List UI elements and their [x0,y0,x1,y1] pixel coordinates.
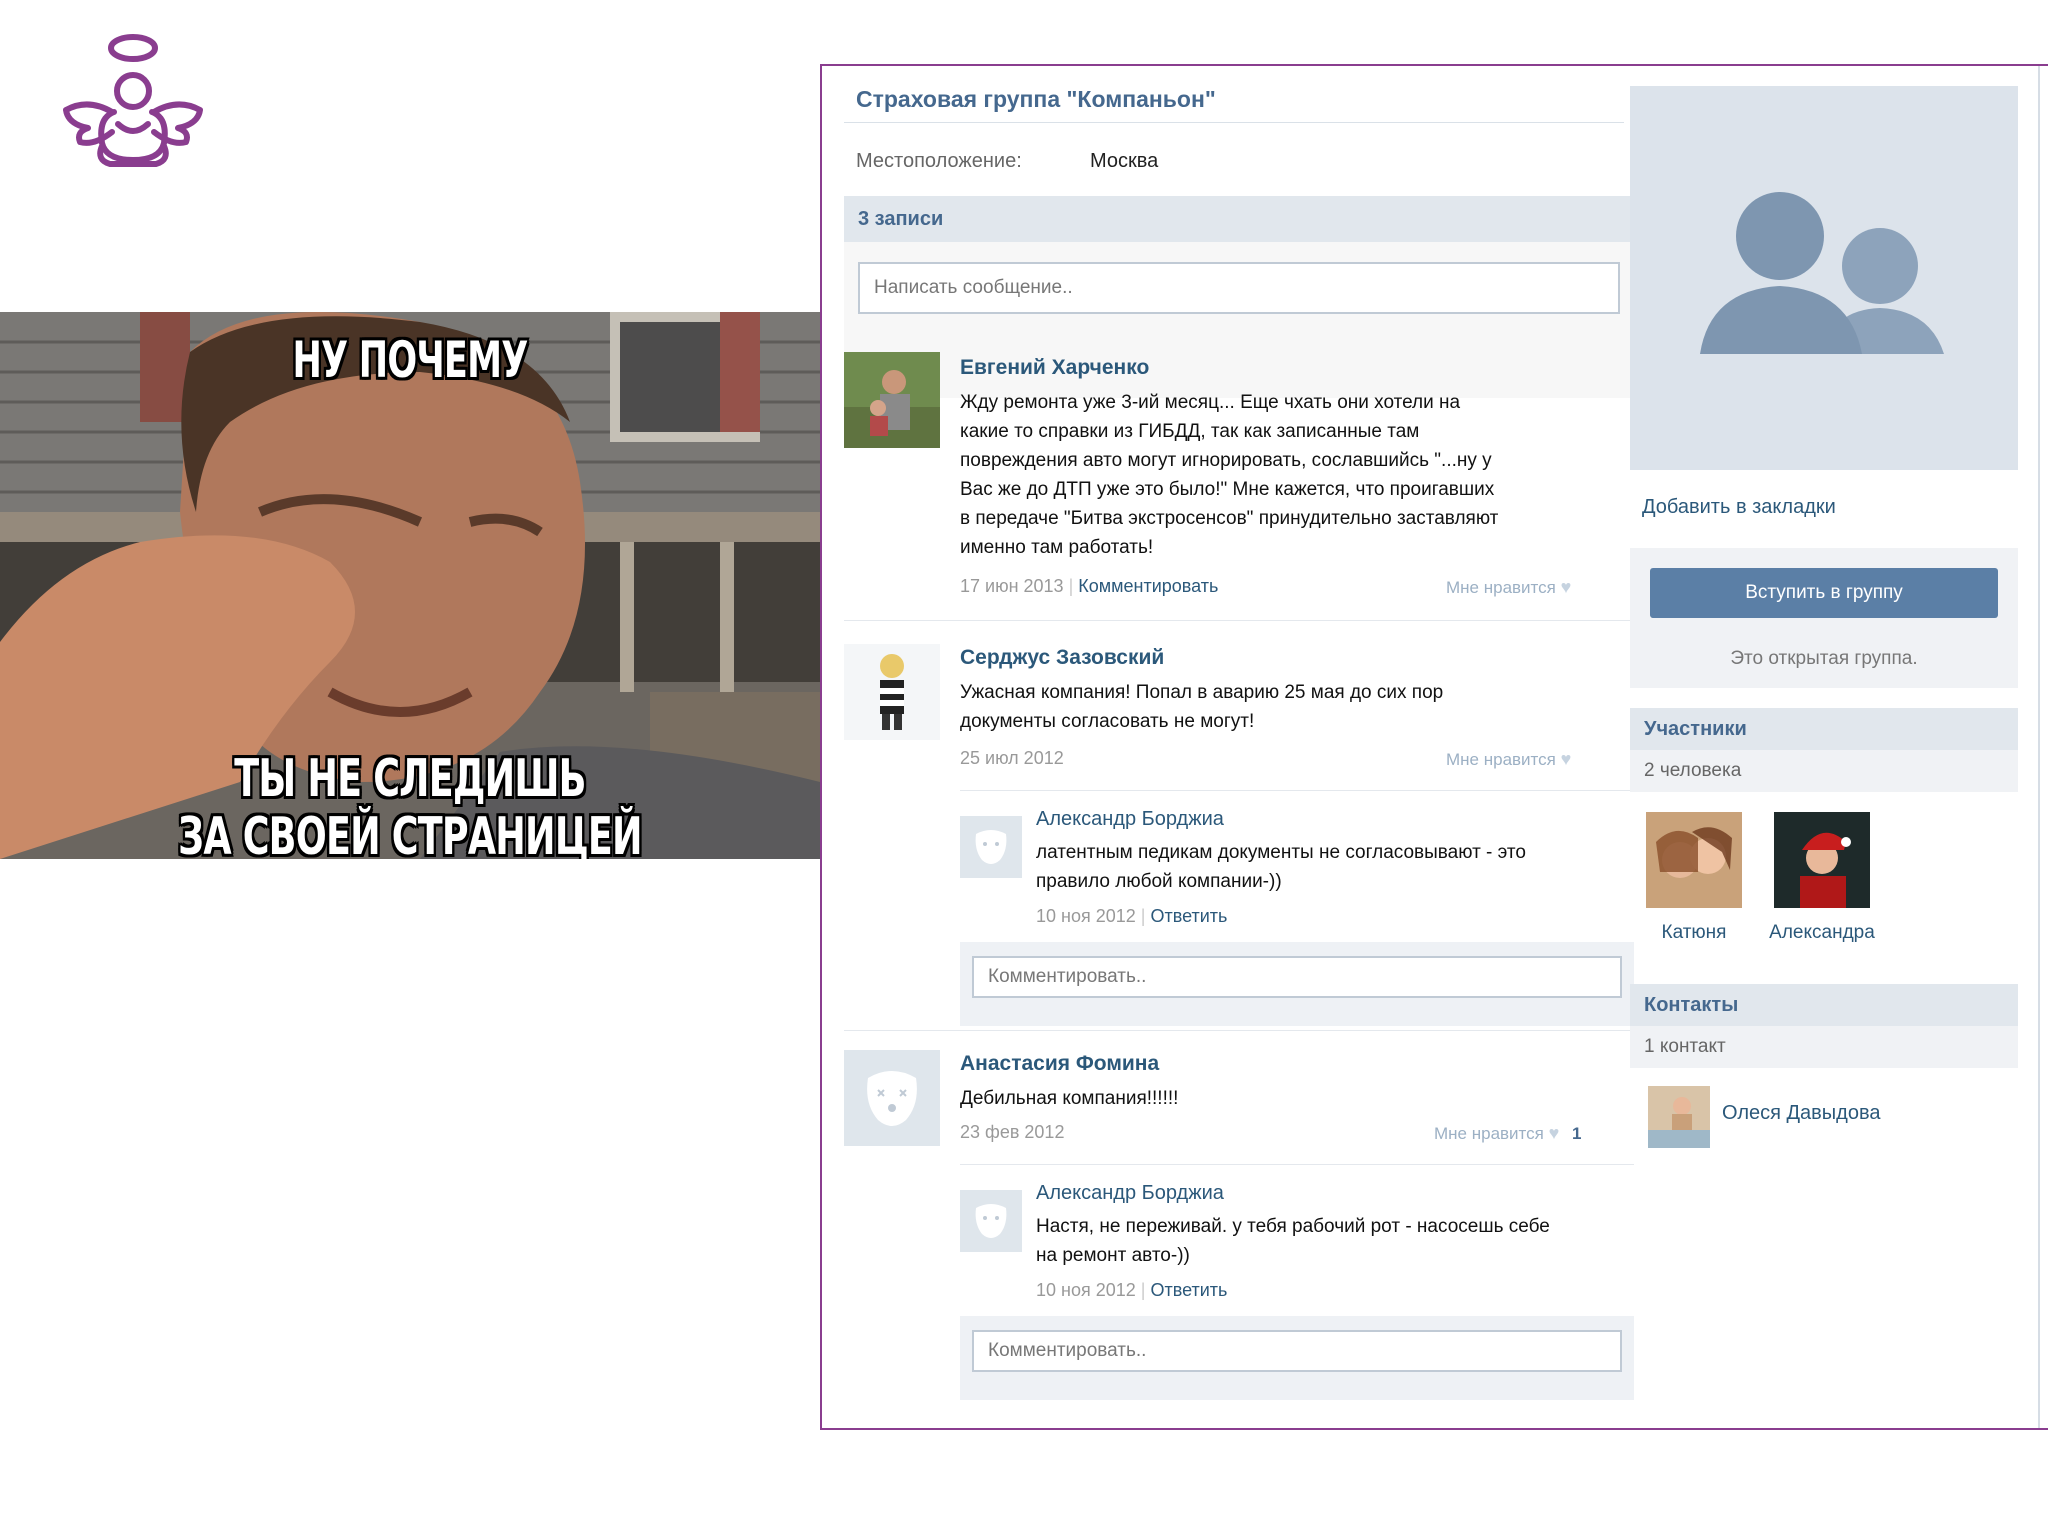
contacts-count: 1 контакт [1644,1036,1726,1057]
post-text: Ужасная компания! Попал в аварию 25 мая … [960,678,1600,736]
like-label: Мне нравится [1446,750,1556,769]
post-meta: 17 июн 2013 | Комментировать [960,576,1219,596]
meme-top-text: НУ ПОЧЕМУ [292,331,528,389]
comment-input[interactable]: Комментировать.. [972,956,1622,998]
reply-author[interactable]: Александр Борджиа [1036,808,1224,831]
post-text-line: повреждения авто могут игнорировать, сос… [960,450,1492,471]
divider [844,1030,1634,1031]
member-avatar[interactable] [1774,812,1870,908]
heart-icon: ♥ [1560,577,1572,597]
bookmark-link[interactable]: Добавить в закладки [1642,496,1836,519]
avatar[interactable] [844,352,940,448]
post-author[interactable]: Евгений Харченко [960,356,1149,380]
meme-image: НУ ПОЧЕМУ ТЫ НЕ СЛЕДИШЬ ЗА СВОЕЙ СТРАНИЦ… [0,312,820,859]
like-button[interactable]: Мне нравится ♥ 1 [1434,1123,1581,1144]
vk-group-page: Страховая группа "Компаньон" Местоположе… [820,64,2048,1430]
post-text-line: именно там работать! [960,537,1154,558]
members-title: Участники [1644,718,1747,740]
like-button[interactable]: Мне нравится ♥ [1446,749,1571,770]
avatar[interactable] [844,1050,940,1146]
join-panel: Вступить в группу Это открытая группа. [1630,548,2018,688]
reply-link[interactable]: Ответить [1150,906,1227,926]
post-text-line: Ужасная компания! Попал в аварию 25 мая … [960,682,1444,703]
post-text-line: документы согласовать не могут! [960,711,1255,732]
reply-text: Настя, не переживай. у тебя рабочий рот … [1036,1212,1636,1270]
member-name[interactable]: Александра [1752,922,1892,944]
post-text: Жду ремонта уже 3-ий месяц... Еще чхать … [960,388,1600,562]
meme-bottom-line1: ТЫ НЕ СЛЕДИШЬ [234,749,586,809]
contact-avatar[interactable] [1648,1086,1710,1148]
post-text-line: какие то справки из ГИБДД, так как запис… [960,421,1420,442]
meme-bottom-line2: ЗА СВОЕЙ СТРАНИЦЕЙ ВКОНТАКТЕ? [178,807,642,859]
avatar[interactable] [844,644,940,740]
avatar[interactable] [960,816,1022,878]
post-text-line: Дебильная компания!!!!!! [960,1088,1179,1109]
post-text-line: в передаче "Битва экстросенсов" принудит… [960,508,1499,529]
contacts-header[interactable]: Контакты [1630,984,2018,1026]
meme-bottom-text: ТЫ НЕ СЛЕДИШЬ ЗА СВОЕЙ СТРАНИЦЕЙ ВКОНТАК… [90,750,730,859]
contact-name[interactable]: Олеся Давыдова [1722,1102,1881,1125]
post-date[interactable]: 17 июн 2013 [960,576,1064,596]
reply-text-line: латентным педикам документы не согласовы… [1036,842,1526,863]
reply-date[interactable]: 10 ноя 2012 [1036,906,1136,926]
members-count-row: 2 человека [1630,750,2018,792]
divider [844,122,1624,123]
post-author[interactable]: Анастасия Фомина [960,1052,1159,1076]
reply-text-line: правило любой компании-)) [1036,871,1282,892]
group-title: Страховая группа "Компаньон" [856,86,1216,112]
heart-icon: ♥ [1548,1123,1560,1143]
post-text-line: Жду ремонта уже 3-ий месяц... Еще чхать … [960,392,1461,413]
like-label: Мне нравится [1446,578,1556,597]
contacts-title: Контакты [1644,994,1739,1016]
reply-text: латентным педикам документы не согласовы… [1036,838,1626,896]
post-author[interactable]: Серджус Зазовский [960,646,1164,670]
reply-text-line: на ремонт авто-)) [1036,1245,1190,1266]
divider [960,1164,1634,1165]
comment-box: Комментировать.. [960,942,1634,1026]
comment-box: Комментировать.. [960,1316,1634,1400]
reply-date[interactable]: 10 ноя 2012 [1036,1280,1136,1300]
avatar[interactable] [960,1190,1022,1252]
reply-author[interactable]: Александр Борджиа [1036,1182,1224,1205]
wall-header[interactable]: 3 записи [844,196,1634,242]
reply-text-line: Настя, не переживай. у тебя рабочий рот … [1036,1216,1550,1237]
post-text-line: Вас же до ДТП уже это было!" Мне кажется… [960,479,1495,500]
post-text: Дебильная компания!!!!!! [960,1084,1600,1113]
comment-link[interactable]: Комментировать [1078,576,1218,596]
wall-count[interactable]: 3 записи [858,208,943,231]
divider [960,790,1634,791]
post-date[interactable]: 25 июл 2012 [960,748,1064,769]
open-group-note: Это открытая группа. [1730,648,1918,669]
member-name[interactable]: Катюня [1624,922,1764,944]
members-count[interactable]: 2 человека [1644,760,1741,782]
heart-icon: ♥ [1560,749,1572,769]
angel-logo [58,28,208,180]
scrollbar-track[interactable] [2038,66,2040,1428]
like-label: Мне нравится [1434,1124,1544,1143]
divider [844,620,1634,621]
post-date[interactable]: 23 фев 2012 [960,1122,1064,1143]
location-value: Москва [1090,150,1159,172]
group-placeholder-icon [1630,86,2018,470]
like-count: 1 [1572,1124,1582,1143]
member-avatar[interactable] [1646,812,1742,908]
location-label: Местоположение: [856,150,1022,172]
join-group-button[interactable]: Вступить в группу [1650,568,1998,618]
group-photo[interactable] [1630,86,2018,470]
contacts-count-row: 1 контакт [1630,1026,2018,1068]
like-button[interactable]: Мне нравится ♥ [1446,577,1571,598]
reply-meta: 10 ноя 2012 | Ответить [1036,906,1228,926]
reply-link[interactable]: Ответить [1150,1280,1227,1300]
reply-meta: 10 ноя 2012 | Ответить [1036,1280,1228,1300]
comment-input[interactable]: Комментировать.. [972,1330,1622,1372]
post-input[interactable]: Написать сообщение.. [858,262,1620,314]
members-header[interactable]: Участники [1630,708,2018,750]
